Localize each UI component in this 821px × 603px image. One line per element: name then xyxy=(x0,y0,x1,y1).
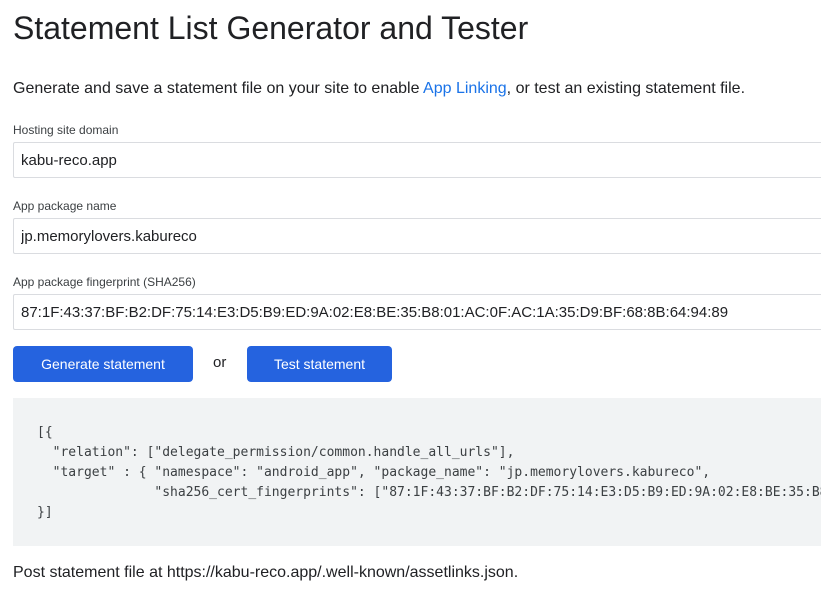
statement-list-page: Statement List Generator and Tester Gene… xyxy=(0,0,821,603)
intro-text: Generate and save a statement file on yo… xyxy=(13,80,745,98)
fingerprint-label: App package fingerprint (SHA256) xyxy=(13,275,196,289)
page-title: Statement List Generator and Tester xyxy=(13,10,529,46)
hosting-domain-label: Hosting site domain xyxy=(13,123,119,137)
fingerprint-input[interactable] xyxy=(13,294,821,330)
generate-statement-button[interactable]: Generate statement xyxy=(13,346,193,382)
or-separator: or xyxy=(213,354,227,371)
intro-text-start: Generate and save a statement file on yo… xyxy=(13,80,424,97)
package-name-label: App package name xyxy=(13,199,117,213)
hosting-domain-input[interactable] xyxy=(13,142,821,178)
post-statement-note: Post statement file at https://kabu-reco… xyxy=(13,564,519,581)
package-name-input[interactable] xyxy=(13,218,821,254)
test-statement-button[interactable]: Test statement xyxy=(247,346,392,382)
app-linking-link[interactable]: App Linking xyxy=(423,80,507,97)
intro-text-end: , or test an existing statement file. xyxy=(506,80,746,97)
statement-code-block: [{ "relation": ["delegate_permission/com… xyxy=(13,398,821,546)
statement-json: [{ "relation": ["delegate_permission/com… xyxy=(37,425,821,520)
